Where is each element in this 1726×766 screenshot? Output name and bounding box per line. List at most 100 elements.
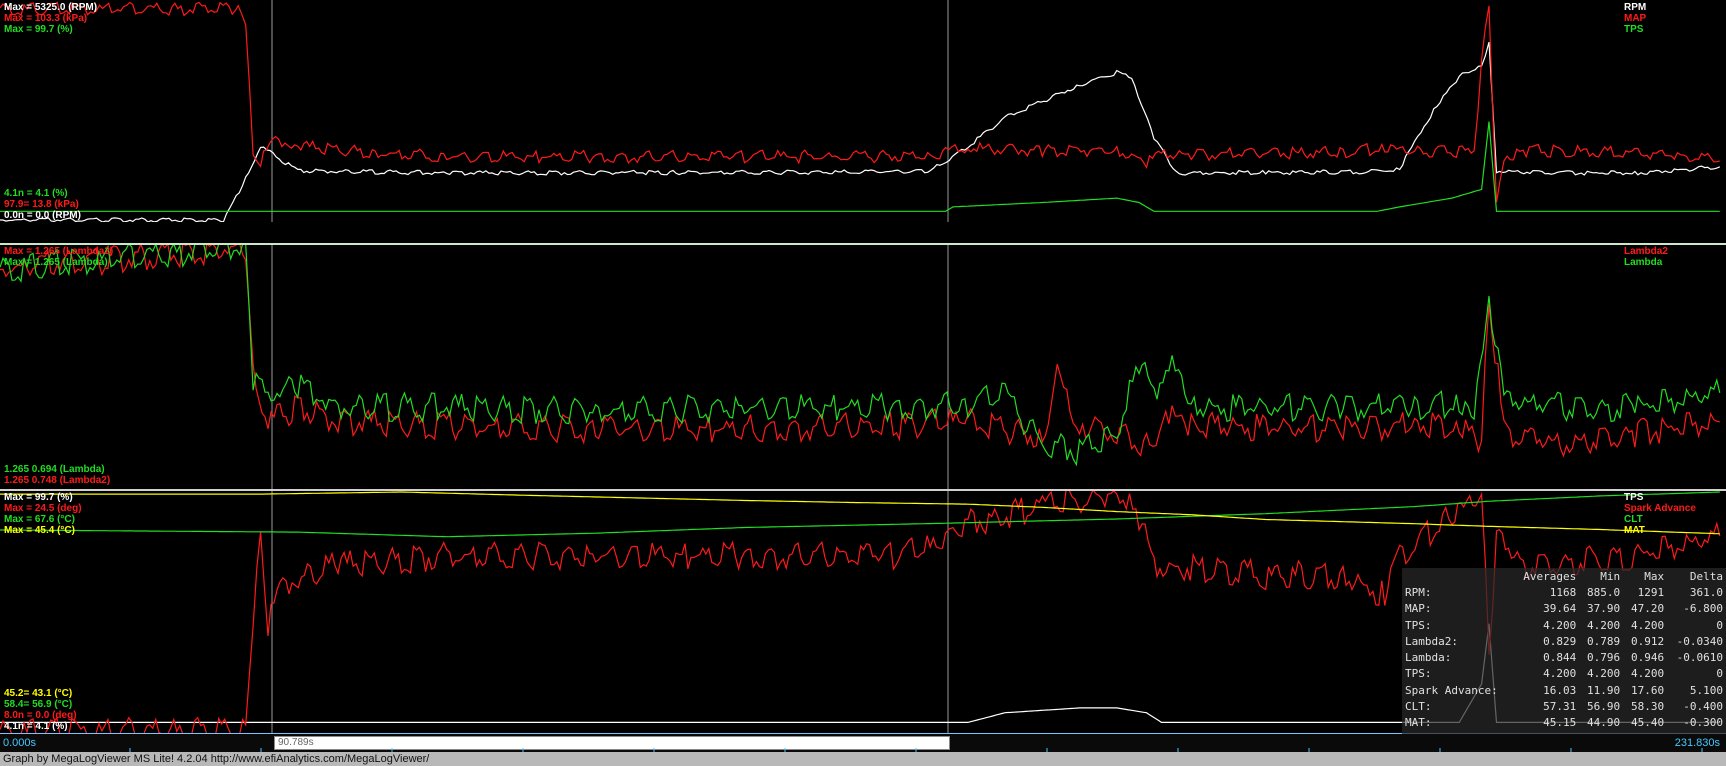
p2-legend-lambda2: Lambda2 (1624, 246, 1668, 257)
stats-cell: 5.100 (1689, 683, 1723, 697)
timebar-selection-label: 90.789s (278, 737, 314, 748)
stats-cell: 39.64 (1543, 602, 1577, 616)
stats-cell: -0.400 (1683, 700, 1723, 714)
panel-lambda[interactable]: Max = 1.265 (Lambda2) Max = 1.265 (Lambd… (0, 244, 1726, 489)
p1-max-tps: Max = 99.7 (%) (4, 24, 73, 35)
stats-cell: Spark Advance: (1405, 683, 1498, 697)
stats-cell: -6.800 (1683, 602, 1723, 616)
p1-cur-map: 97.9= 13.8 (kPa) (4, 199, 79, 210)
p3-legend-tps: TPS (1624, 492, 1644, 503)
stats-cell: 16.03 (1543, 683, 1577, 697)
p3-max-clt: Max = 67.6 (°C) (4, 514, 75, 525)
footer-credit: Graph by MegaLogViewer MS Lite! 4.2.04 h… (3, 753, 430, 765)
p3-cur-spark: 8.0n = 0.0 (deg) (4, 710, 77, 721)
stats-cell: 1291 (1637, 585, 1665, 599)
p2-max-lambda2: Max = 1.265 (Lambda2) (4, 246, 114, 257)
p1-legend-rpm: RPM (1624, 2, 1647, 13)
p3-legend-spark: Spark Advance (1624, 503, 1696, 514)
footer-bar: Graph by MegaLogViewer MS Lite! 4.2.04 h… (0, 752, 1726, 766)
stats-table: Averages Min Max Delta RPM: 1168 885.0 1291 361.… (1402, 568, 1726, 731)
series-mat-line (0, 491, 1720, 535)
stats-cell: 0 (1716, 618, 1723, 632)
series-lambda-line (0, 244, 1721, 467)
stats-row: CLT: 57.31 56.90 58.30 -0.400 (1402, 698, 1726, 714)
stats-header-row: Averages Min Max Delta (1402, 568, 1726, 584)
stats-cell: 56.90 (1587, 700, 1621, 714)
p1-legend-map: MAP (1624, 13, 1647, 24)
stats-cell: CLT: (1405, 700, 1432, 714)
stats-header-cell: Max (1644, 569, 1665, 583)
stats-cell: 37.90 (1587, 602, 1621, 616)
p2-max-lambda: Max = 1.265 (Lambda) (4, 257, 108, 268)
p3-max-spark: Max = 24.5 (deg) (4, 503, 82, 514)
p2-legend-lambda: Lambda (1624, 257, 1663, 268)
separator-1[interactable] (0, 243, 1726, 245)
stats-cell: 17.60 (1631, 683, 1665, 697)
p3-cur-clt: 58.4= 56.9 (°C) (4, 699, 73, 710)
stats-row: TPS: 4.200 4.200 4.200 0 (1402, 666, 1726, 682)
p1-max-rpm: Max = 5325.0 (RPM) (4, 2, 98, 13)
stats-cell: 0.844 (1543, 651, 1577, 665)
stats-cell: 4.200 (1587, 667, 1621, 681)
time-scrollbar[interactable]: 0.000s 90.789s 231.830s (0, 734, 1726, 752)
stats-cell: Lambda2: (1405, 634, 1458, 648)
stats-cell: 0.829 (1543, 634, 1577, 648)
stats-cell: 57.31 (1543, 700, 1577, 714)
panel1-plot (0, 0, 1721, 222)
p1-cur-rpm: 0.0n = 0.0 (RPM) (4, 210, 81, 221)
stats-row: Spark Advance: 16.03 11.90 17.60 5.100 (1402, 682, 1726, 698)
stats-cell: 4.200 (1587, 618, 1621, 632)
stats-cell: 0.946 (1631, 651, 1665, 665)
stats-cell: 45.40 (1631, 716, 1665, 730)
stats-cell: -0.300 (1683, 716, 1723, 730)
stats-cell: 44.90 (1587, 716, 1621, 730)
stats-row: Lambda: 0.844 0.796 0.946 -0.0610 (1402, 649, 1726, 665)
panel-rpm-map-tps[interactable]: Max = 5325.0 (RPM) Max = 103.3 (kPa) Max… (0, 0, 1726, 222)
timebar-selection[interactable]: 90.789s (274, 736, 950, 750)
stats-cell: 47.20 (1631, 602, 1665, 616)
p3-cur-mat: 45.2= 43.1 (°C) (4, 688, 73, 699)
stats-cell: 4.200 (1631, 667, 1665, 681)
p1-max-map: Max = 103.3 (kPa) (4, 13, 88, 24)
stats-cell: 885.0 (1587, 585, 1621, 599)
stats-cell: Lambda: (1405, 651, 1452, 665)
stats-cell: 11.90 (1587, 683, 1621, 697)
p3-cur-tps: 4.1n = 4.1 (%) (4, 721, 68, 732)
stats-cell: 4.200 (1631, 618, 1665, 632)
stats-cell: 1168 (1549, 585, 1577, 599)
p1-legend-tps: TPS (1624, 24, 1644, 35)
stats-row: TPS: 4.200 4.200 4.200 0 (1402, 617, 1726, 633)
stats-cell: 4.200 (1543, 618, 1577, 632)
p3-max-mat: Max = 45.4 (°C) (4, 525, 75, 536)
stats-header-cell (1402, 568, 1513, 584)
stats-row: MAP: 39.64 37.90 47.20 -6.800 (1402, 601, 1726, 617)
stats-cell: TPS: (1405, 618, 1432, 632)
stats-cell: TPS: (1405, 667, 1432, 681)
p3-legend-mat: MAT (1624, 525, 1645, 536)
stats-cell: MAP: (1405, 602, 1432, 616)
statistics-overlay: Averages Min Max Delta RPM: 1168 885.0 1291 361.… (1402, 568, 1726, 734)
series-tps-line (0, 121, 1720, 212)
stats-cell: 0.789 (1587, 634, 1621, 648)
p3-max-tps: Max = 99.7 (%) (4, 492, 73, 503)
series-clt-line (0, 491, 1720, 538)
stats-cell: 4.200 (1543, 667, 1577, 681)
stats-cell: MAT: (1405, 716, 1432, 730)
stats-row: RPM: 1168 885.0 1291 361.0 (1402, 584, 1726, 600)
timebar-start-label: 0.000s (3, 737, 37, 749)
p2-cur-lambda2: 1.265 0.748 (Lambda2) (4, 475, 111, 486)
stats-cell: 0.796 (1587, 651, 1621, 665)
stats-cell: 0 (1716, 667, 1723, 681)
separator-2[interactable] (0, 489, 1726, 491)
stats-cell: -0.0610 (1676, 651, 1723, 665)
p1-cur-tps: 4.1n = 4.1 (%) (4, 188, 68, 199)
stats-row: Lambda2: 0.829 0.789 0.912 -0.0340 (1402, 633, 1726, 649)
stats-cell: 0.912 (1631, 634, 1665, 648)
series-map-line (0, 1, 1720, 203)
p3-legend-clt: CLT (1624, 514, 1643, 525)
stats-header-cell: Averages (1523, 569, 1577, 583)
p2-cur-lambda: 1.265 0.694 (Lambda) (4, 464, 105, 475)
stats-header-cell: Min (1600, 569, 1621, 583)
series-lambda2-line (0, 244, 1720, 458)
stats-cell: -0.0340 (1676, 634, 1723, 648)
